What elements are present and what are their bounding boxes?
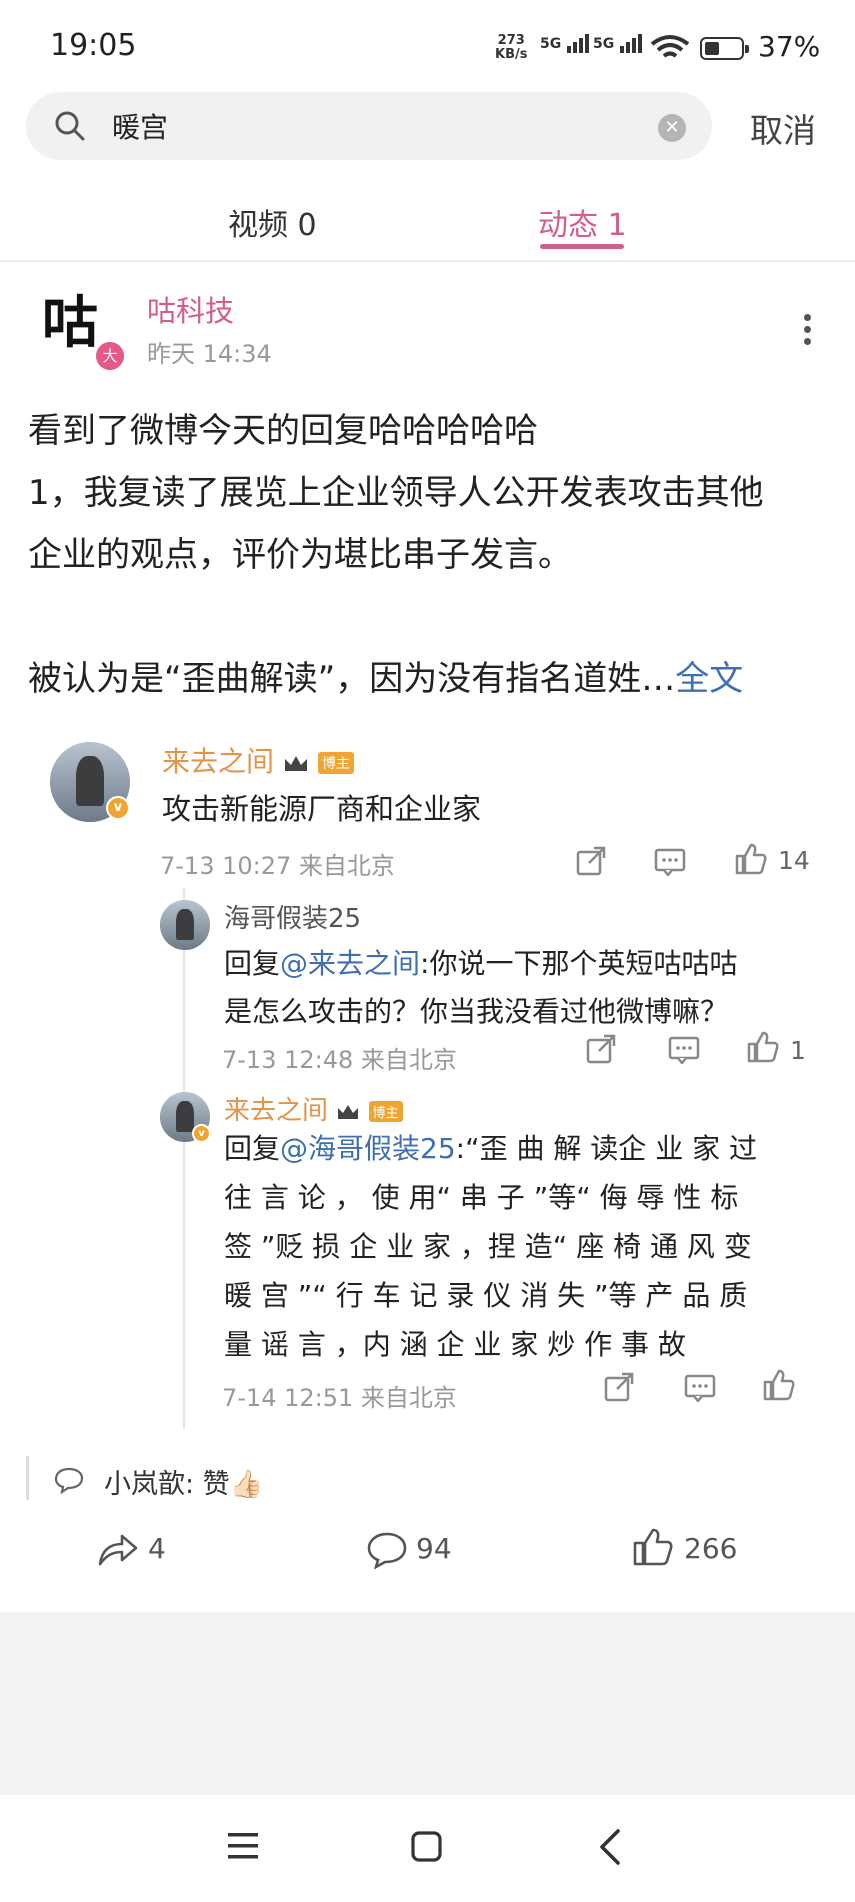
- reply-header: 来去之间 博主: [224, 1090, 403, 1127]
- comment-text: 攻击新能源厂商和企业家: [162, 792, 482, 826]
- network-speed: 273 KB/s: [495, 34, 527, 62]
- share-arrow-icon[interactable]: [96, 1530, 140, 1570]
- cancel-button[interactable]: 取消: [750, 104, 816, 152]
- reply-line: 签 ”贬 损 企 业 家 ，捏 造“ 座 椅 通 风 变: [224, 1230, 752, 1263]
- thumbs-up-icon[interactable]: [746, 1030, 780, 1064]
- reply-username[interactable]: 来去之间: [224, 1096, 328, 1126]
- author-avatar-glyph: 咕: [42, 291, 98, 356]
- signal-5g-1: 5G: [540, 32, 592, 54]
- comment-bubble-icon[interactable]: [668, 1036, 700, 1064]
- thumbs-up-icon[interactable]: [632, 1526, 674, 1568]
- reply-text: 回复@来去之间:你说一下那个英短咕咕咕 是怎么攻击的？你当我没看过他微博嘛？: [224, 940, 824, 1036]
- reply-username[interactable]: 海哥假装25: [224, 898, 361, 935]
- post-line-text: 被认为是“歪曲解读”，因为没有指名道姓…: [28, 659, 676, 699]
- signal-label-1: 5G: [540, 36, 562, 52]
- full-text-link[interactable]: 全文: [675, 659, 743, 699]
- footer-comment-text: : 赞👍🏻: [185, 1469, 264, 1500]
- post-line: 企业的观点，评价为堪比串子发言。: [28, 535, 572, 575]
- reply-text: 回复@海哥假装25:“歪 曲 解 读企 业 家 过 往 言 论 ， 使 用“ 串…: [224, 1124, 834, 1369]
- comment-bubble-icon[interactable]: [684, 1374, 716, 1402]
- comment-bubble-icon: [54, 1467, 84, 1494]
- post-line: 看到了微博今天的回复哈哈哈哈哈: [28, 411, 538, 451]
- tab-moments[interactable]: 动态 1: [538, 200, 627, 244]
- share-icon[interactable]: [604, 1372, 636, 1402]
- verified-v-icon: v: [106, 796, 130, 820]
- comment-header: 来去之间 博主: [162, 740, 354, 780]
- share-count: 4: [148, 1532, 166, 1565]
- battery-percent: 37%: [758, 30, 821, 63]
- signal-label-2: 5G: [593, 36, 615, 52]
- reply-line: 回复@来去之间:你说一下那个英短咕咕咕: [224, 940, 824, 988]
- reply-avatar[interactable]: [160, 900, 210, 950]
- comment-bubble-icon[interactable]: [654, 848, 686, 876]
- reply-meta: 7-13 12:48 来自北京: [222, 1046, 457, 1074]
- like-count: 1: [790, 1036, 806, 1065]
- thumbs-up-icon[interactable]: [762, 1368, 796, 1402]
- reply-line: 量 谣 言 ，内 涵 企 业 家 炒 作 事 故: [224, 1328, 686, 1361]
- post-time: 昨天 14:34: [147, 340, 272, 368]
- mention-link[interactable]: @海哥假装25: [280, 1132, 456, 1165]
- reply-prefix: 回复: [224, 947, 281, 980]
- clear-icon[interactable]: ✕: [658, 114, 686, 142]
- reply-line: 回复@海哥假装25:“歪 曲 解 读企 业 家 过: [224, 1124, 834, 1173]
- active-tab-indicator: [540, 244, 624, 249]
- home-icon[interactable]: [410, 1830, 444, 1864]
- crown-icon: [284, 756, 307, 771]
- battery-icon: [700, 37, 749, 60]
- post-line-blank: [28, 586, 838, 648]
- share-icon[interactable]: [586, 1034, 618, 1064]
- footer-comment[interactable]: 小岚歆: 赞👍🏻: [104, 1462, 263, 1501]
- reply-line-text: :你说一下那个英短咕咕咕: [420, 947, 738, 980]
- reply-line: 往 言 论 ， 使 用“ 串 子 ”等“ 侮 辱 性 标: [224, 1181, 739, 1214]
- footer-comment-rule: [26, 1456, 29, 1500]
- verified-v-icon: v: [192, 1124, 211, 1143]
- reply-meta: 7-14 12:51 来自北京: [222, 1384, 457, 1412]
- reply-line: 暖 宫 ”“ 行 车 记 录 仪 消 失 ”等 产 品 质: [224, 1279, 748, 1312]
- thumbs-up-icon[interactable]: [734, 842, 768, 876]
- post-line: 被认为是“歪曲解读”，因为没有指名道姓…全文: [28, 648, 838, 710]
- author-badge: 博主: [317, 752, 354, 774]
- comment-meta: 7-13 10:27 来自北京: [160, 852, 395, 880]
- tab-video[interactable]: 视频 0: [228, 200, 317, 244]
- search-icon: [55, 111, 85, 141]
- crown-icon: [338, 1104, 359, 1119]
- share-icon[interactable]: [576, 846, 608, 876]
- network-speed-unit: KB/s: [495, 47, 528, 62]
- author-avatar[interactable]: 咕 大: [40, 290, 126, 372]
- like-count: 14: [778, 846, 810, 875]
- more-vertical-icon[interactable]: [804, 314, 812, 350]
- status-time: 19:05: [50, 28, 137, 63]
- post-body: 看到了微博今天的回复哈哈哈哈哈 1，我复读了展览上企业领导人公开发表攻击其他 企…: [28, 400, 838, 710]
- mention-link[interactable]: @来去之间: [280, 947, 420, 980]
- back-icon[interactable]: [596, 1828, 626, 1866]
- comment-bubble-icon[interactable]: [366, 1530, 408, 1570]
- footer-comment-user[interactable]: 小岚歆: [104, 1469, 185, 1500]
- author-badge: 博主: [368, 1101, 403, 1122]
- reply-line-text: :“歪 曲 解 读企 业 家 过: [455, 1132, 757, 1165]
- reply-prefix: 回复: [224, 1132, 281, 1165]
- reply-line: 是怎么攻击的？你当我没看过他微博嘛？: [224, 995, 729, 1028]
- signal-5g-2: 5G: [593, 32, 645, 54]
- wifi-icon: [650, 35, 690, 58]
- thread-line: [183, 888, 185, 1428]
- signal-bars-icon: [567, 34, 590, 53]
- author-name[interactable]: 咕科技: [147, 288, 234, 330]
- search-query[interactable]: 暖宫: [112, 106, 168, 146]
- like-count: 266: [684, 1532, 738, 1565]
- comment-username[interactable]: 来去之间: [162, 745, 274, 778]
- verified-badge: 大: [94, 340, 126, 372]
- network-speed-value: 273: [497, 33, 525, 48]
- signal-bars-icon: [620, 34, 643, 53]
- comment-count: 94: [416, 1532, 452, 1565]
- menu-icon[interactable]: [226, 1830, 260, 1862]
- post-line: 1，我复读了展览上企业领导人公开发表攻击其他: [28, 473, 764, 513]
